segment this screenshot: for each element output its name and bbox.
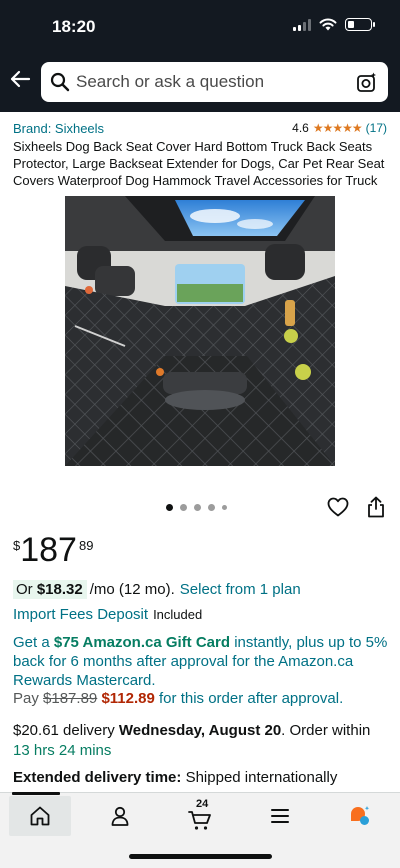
promo-gift-card: $75 Amazon.ca Gift Card [53,634,231,651]
hamburger-menu-icon [271,809,289,823]
camera-lens-icon[interactable] [356,71,378,93]
promo-old-price: $187.89 [43,690,98,707]
extended-delivery: Extended delivery time: Shipped internat… [13,769,393,786]
rufus-chat-icon [351,806,370,825]
account-icon [111,806,129,826]
import-fees-note: Included [153,607,203,622]
delivery-price: $20.61 delivery [13,722,115,739]
extended-label: Extended delivery time: [13,769,182,786]
monthly-term: /mo (12 mo). [89,580,175,598]
monthly-badge: Or $18.32 [13,579,87,599]
rating-count[interactable]: (17) [366,121,387,135]
delivery-info: $20.61 delivery Wednesday, August 20. Or… [13,721,389,761]
search-icon [50,72,70,92]
price: $ 187 89 [13,530,93,570]
carousel-dot[interactable] [180,504,187,511]
promo-suffix: for this order after approval. [159,690,344,707]
home-icon [30,806,50,826]
tab-cart[interactable]: 24 [170,796,230,836]
cart-count: 24 [196,798,209,810]
monthly-or: Or [16,580,33,598]
home-indicator [129,854,272,859]
share-icon[interactable] [366,496,386,518]
heart-icon[interactable] [327,497,349,517]
brand-link[interactable]: Brand: Sixheels [13,121,104,136]
delivery-date: Wednesday, August 20 [118,722,282,739]
tab-account[interactable] [90,796,150,836]
promo-pay-line[interactable]: Pay $187.89 $112.89 for this order after… [13,690,343,707]
status-icons [293,18,375,31]
import-fees-link[interactable]: Import Fees Deposit [13,606,148,623]
product-title: Sixheels Dog Back Seat Cover Hard Bottom… [13,139,385,188]
status-time: 18:20 [52,17,96,36]
product-image-drawing [65,196,335,466]
gift-card-promo[interactable]: Get a $75 Amazon.ca Gift Card instantly,… [13,633,389,690]
product-image[interactable] [65,196,335,466]
search-bar[interactable] [41,62,388,102]
price-symbol: $ [13,538,21,553]
carousel-dot[interactable] [208,504,215,511]
monthly-payment: Or $18.32 /mo (12 mo). Select from 1 pla… [13,579,301,599]
battery-icon [345,18,375,31]
back-arrow-icon[interactable] [9,68,31,90]
carousel-dot[interactable] [222,505,227,510]
monthly-amount: $18.32 [36,580,83,598]
tab-menu[interactable] [250,796,310,836]
tab-home[interactable] [9,796,71,836]
tab-rufus[interactable] [330,796,390,836]
promo-new-price: $112.89 [101,690,155,707]
brand-rating-row: Brand: Sixheels 4.6 ★★★★★ (17) [13,121,387,137]
carousel-dot[interactable] [166,504,173,511]
carousel-dots[interactable] [166,504,227,511]
active-tab-indicator [12,792,60,795]
battery-level [348,21,354,28]
delivery-order-within: . Order within [281,722,371,739]
select-plan-link[interactable]: Select from 1 plan [180,581,301,598]
price-whole: 187 [20,531,77,569]
rating-value: 4.6 [292,121,309,135]
top-header: 18:20 [0,0,400,112]
carousel-dot[interactable] [194,504,201,511]
extended-text: Shipped internationally [185,769,338,786]
delivery-countdown: 13 hrs 24 mins [13,742,112,759]
search-input[interactable] [76,62,346,102]
promo-prefix: Get a [13,634,50,651]
import-fees: Import Fees Deposit Included [13,606,202,623]
promo-pay-label: Pay [13,690,39,707]
wifi-icon [319,18,337,31]
star-rating-icon: ★★★★★ [312,121,363,135]
price-cents: 89 [78,538,94,553]
signal-icon [293,18,311,31]
cart-icon [188,811,211,830]
rating[interactable]: 4.6 ★★★★★ (17) [292,121,387,135]
